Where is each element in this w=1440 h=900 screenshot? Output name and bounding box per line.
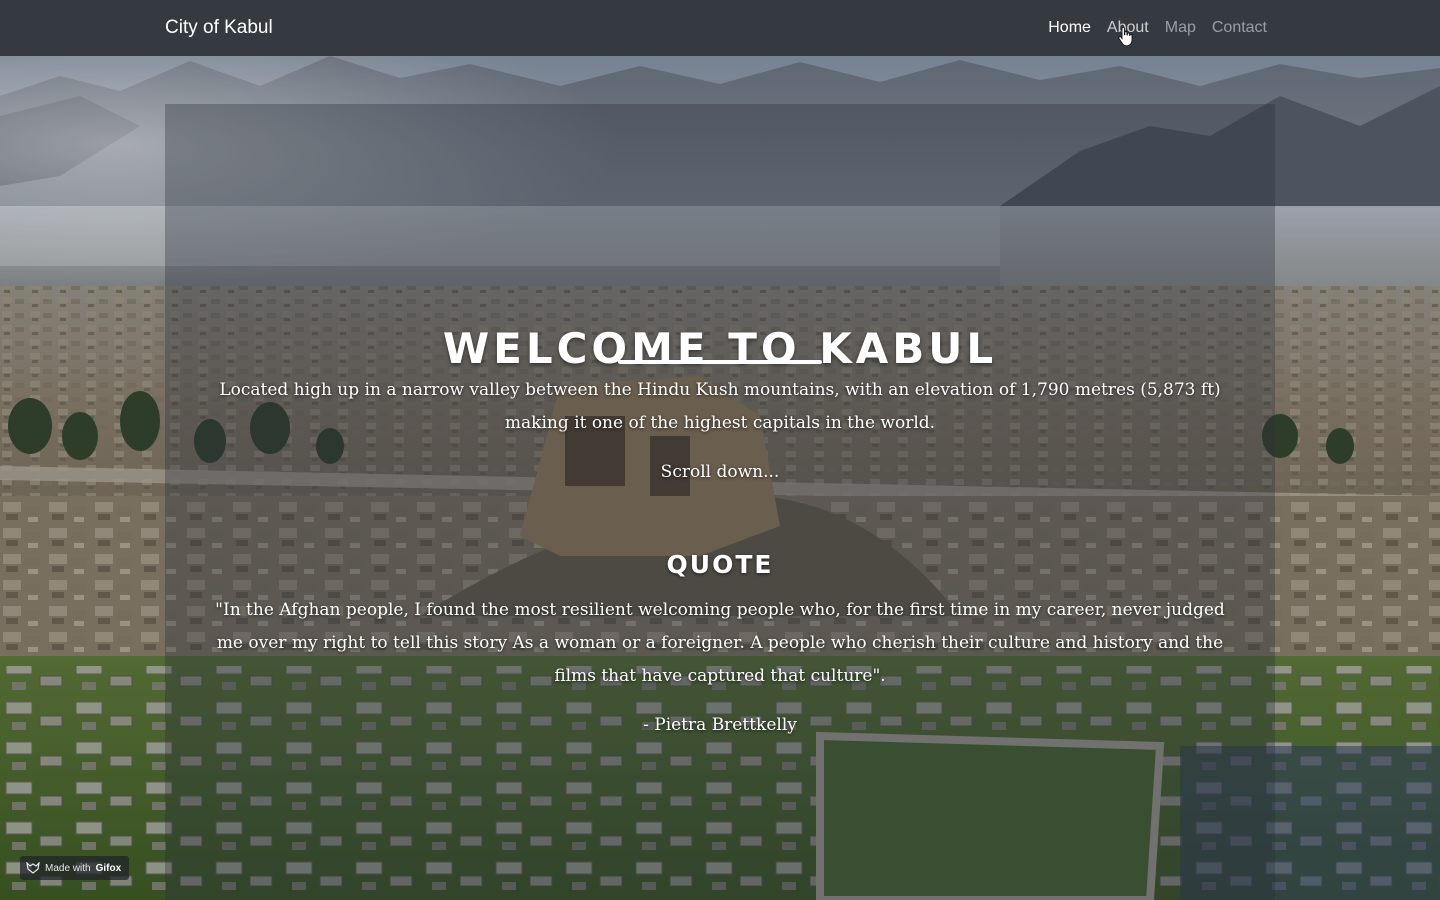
watermark-prefix: Made with bbox=[45, 862, 91, 874]
quote-heading: QUOTE bbox=[666, 550, 774, 579]
page-title: WELCOME TO KABUL bbox=[442, 324, 998, 374]
fox-icon bbox=[26, 862, 40, 874]
brand-link[interactable]: City of Kabul bbox=[165, 16, 273, 40]
quote-author: - Pietra Brettkelly bbox=[643, 715, 797, 735]
nav-link-contact[interactable]: Contact bbox=[1212, 18, 1267, 38]
gifox-watermark: Made with Gifox bbox=[20, 856, 130, 880]
navbar: City of Kabul Home About Map Contact bbox=[0, 0, 1440, 56]
scroll-hint: Scroll down... bbox=[660, 462, 780, 482]
quote-text: "In the Afghan people, I found the most … bbox=[215, 600, 1225, 686]
hand-cursor-icon bbox=[1118, 27, 1133, 47]
content-panel bbox=[165, 104, 1275, 900]
title-divider bbox=[618, 360, 822, 364]
nav-link-map[interactable]: Map bbox=[1165, 18, 1196, 38]
intro-text: Located high up in a narrow valley betwe… bbox=[219, 380, 1221, 433]
watermark-brand: Gifox bbox=[95, 862, 122, 874]
nav-links: Home About Map Contact bbox=[1048, 18, 1267, 38]
nav-link-home[interactable]: Home bbox=[1048, 18, 1091, 38]
